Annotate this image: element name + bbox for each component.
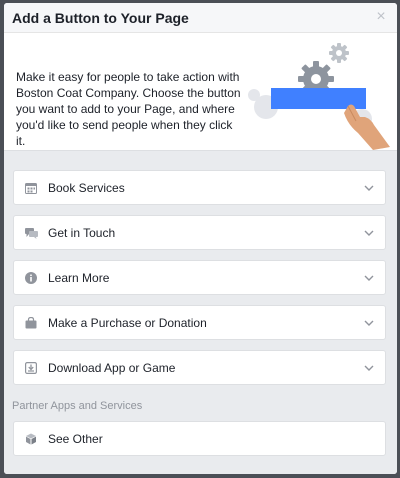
option-label: Get in Touch (48, 225, 116, 240)
option-learn-more[interactable]: Learn More (13, 260, 386, 295)
dialog-header: Add a Button to Your Page × (4, 3, 397, 33)
button-illustration (248, 43, 390, 150)
option-see-other[interactable]: See Other (13, 421, 386, 456)
intro-section: Make it easy for people to take action w… (4, 33, 397, 150)
chat-icon (24, 226, 38, 240)
add-button-dialog: Add a Button to Your Page × Make it easy… (4, 3, 397, 474)
chevron-down-icon (364, 275, 374, 281)
chevron-down-icon (364, 365, 374, 371)
chevron-down-icon (364, 320, 374, 326)
shopping-bag-icon (24, 316, 38, 330)
close-icon[interactable]: × (374, 9, 388, 25)
option-label: Book Services (48, 180, 125, 195)
option-download-app[interactable]: Download App or Game (13, 350, 386, 385)
option-label: Make a Purchase or Donation (48, 315, 207, 330)
option-label: Download App or Game (48, 360, 176, 375)
option-book-services[interactable]: Book Services (13, 170, 386, 205)
info-icon (24, 271, 38, 285)
option-label: See Other (48, 431, 103, 446)
option-purchase-donation[interactable]: Make a Purchase or Donation (13, 305, 386, 340)
option-label: Learn More (48, 270, 110, 285)
calendar-icon (24, 181, 38, 195)
chevron-down-icon (364, 185, 374, 191)
partner-section-label: Partner Apps and Services (12, 400, 143, 412)
chevron-down-icon (364, 230, 374, 236)
download-icon (24, 361, 38, 375)
options-panel: Book Services Get in Touch Learn More Ma… (4, 150, 397, 474)
dialog-title: Add a Button to Your Page (12, 9, 189, 26)
intro-text: Make it easy for people to take action w… (16, 70, 241, 148)
option-get-in-touch[interactable]: Get in Touch (13, 215, 386, 250)
cube-icon (24, 432, 38, 446)
